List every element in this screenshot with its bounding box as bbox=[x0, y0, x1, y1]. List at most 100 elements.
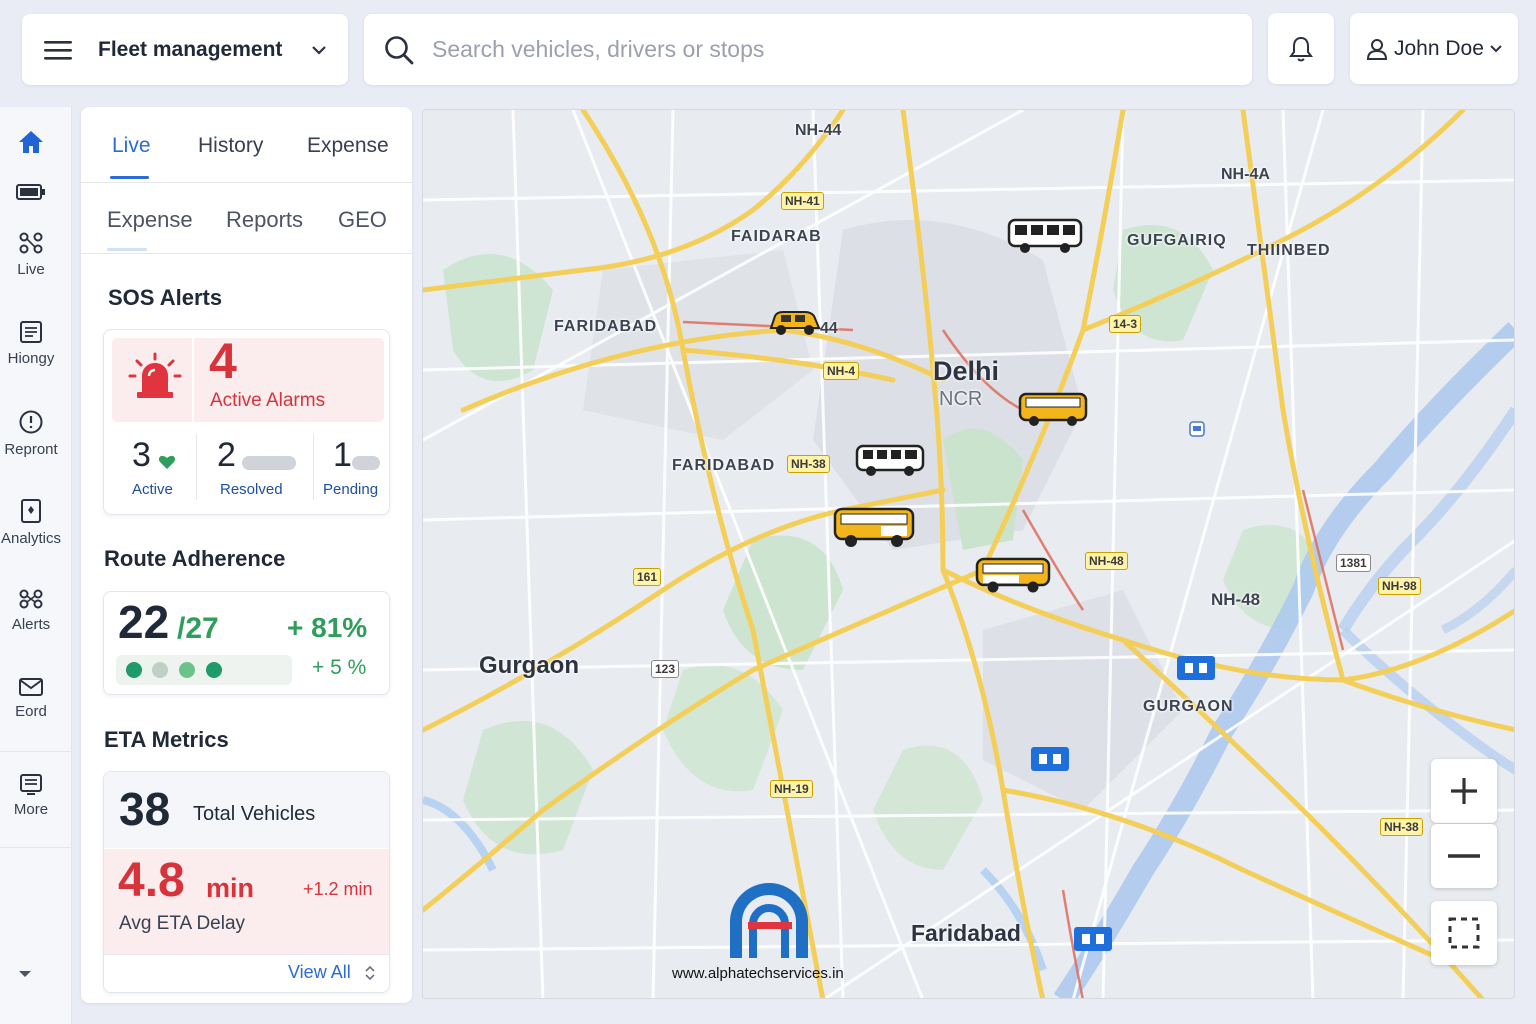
active-alarm-label: Active Alarms bbox=[210, 390, 326, 411]
nav-live[interactable]: Live bbox=[0, 231, 62, 278]
highway-shield: NH-38 bbox=[1380, 818, 1423, 836]
nav-home[interactable] bbox=[0, 129, 62, 155]
watermark-url: www.alphatechservices.in bbox=[672, 965, 844, 982]
highway-shield: NH-41 bbox=[781, 192, 824, 210]
hamburger-menu-icon[interactable] bbox=[44, 39, 72, 61]
route-value: 22 bbox=[118, 596, 170, 648]
subtab-expense[interactable]: Expense bbox=[107, 207, 193, 233]
eta-delay-change: +1.2 min bbox=[303, 879, 373, 899]
dot bbox=[206, 662, 222, 678]
chevron-down-icon[interactable] bbox=[312, 45, 326, 55]
mail-icon bbox=[19, 678, 43, 696]
subtab-geo[interactable]: GEO bbox=[338, 207, 387, 233]
metro-station-icon[interactable] bbox=[1031, 747, 1069, 771]
map-city-label: Delhi bbox=[933, 356, 1000, 386]
notifications-button[interactable] bbox=[1268, 13, 1334, 84]
dot bbox=[126, 662, 142, 678]
user-menu[interactable]: John Doe bbox=[1350, 13, 1518, 84]
app-switcher[interactable]: Fleet management bbox=[22, 14, 348, 85]
eta-delay-unit: min bbox=[206, 873, 255, 903]
live-icon bbox=[19, 232, 43, 254]
collapse-caret-icon[interactable] bbox=[18, 969, 32, 979]
sos-resolved-label: Resolved bbox=[220, 481, 283, 498]
route-total: /27 bbox=[177, 612, 219, 645]
tab-history[interactable]: History bbox=[198, 134, 263, 158]
search-input[interactable] bbox=[432, 36, 1212, 63]
chevron-down-icon bbox=[1490, 44, 1502, 52]
more-icon bbox=[20, 774, 42, 795]
bus-stop-icon[interactable] bbox=[1189, 421, 1205, 437]
bus-icon[interactable] bbox=[833, 507, 917, 549]
sos-title: SOS Alerts bbox=[108, 285, 223, 310]
alarm-banner: 4 Active Alarms bbox=[112, 333, 384, 422]
search-bar[interactable] bbox=[364, 14, 1252, 85]
route-card[interactable]: 22 /27 + 81% + 5 % bbox=[103, 591, 390, 695]
total-vehicles-row: 38 Total Vehicles bbox=[104, 772, 389, 848]
plus-icon bbox=[1451, 778, 1477, 804]
fullscreen-button[interactable] bbox=[1431, 901, 1497, 965]
total-vehicles-value: 38 bbox=[119, 783, 171, 835]
route-title: Route Adherence bbox=[104, 546, 286, 571]
highway-shield: 161 bbox=[633, 568, 662, 586]
active-alarm-count: 4 bbox=[209, 333, 237, 389]
highway-shield: NH-38 bbox=[787, 455, 830, 473]
sos-active-label: Active bbox=[132, 481, 173, 498]
dot bbox=[152, 662, 168, 678]
app-title: Fleet management bbox=[98, 37, 283, 61]
resolved-bar bbox=[242, 456, 296, 470]
tab-live[interactable]: Live bbox=[112, 134, 151, 158]
nav-report[interactable]: Repront bbox=[0, 409, 62, 458]
highway-shield: 14-3 bbox=[1109, 315, 1142, 333]
nav-label: Alerts bbox=[11, 616, 51, 633]
metro-station-icon[interactable] bbox=[1177, 656, 1215, 680]
fleet-map[interactable]: NH-44 NH-4A FAIDARAB GUFGAIRIQ THIINBED … bbox=[422, 109, 1515, 999]
side-navigation: Live Hiongy Repront Analytics Alerts Eor… bbox=[0, 107, 72, 1024]
map-label: FARIDABAD bbox=[672, 457, 776, 474]
bus-icon[interactable] bbox=[855, 444, 927, 478]
nav-label: Eord bbox=[15, 703, 47, 720]
search-icon bbox=[385, 35, 414, 64]
map-city-label: Faridabad bbox=[911, 920, 1021, 946]
user-icon bbox=[1366, 38, 1388, 60]
analytics-icon bbox=[21, 499, 41, 523]
taxi-icon[interactable] bbox=[767, 306, 823, 338]
bell-icon bbox=[1289, 36, 1313, 61]
eta-card[interactable]: 38 Total Vehicles 4.8 min +1.2 min Avg E… bbox=[103, 771, 390, 993]
bus-icon[interactable] bbox=[1007, 218, 1085, 254]
tab-expense[interactable]: Expense bbox=[307, 134, 389, 158]
history-icon bbox=[20, 321, 42, 343]
user-name: John Doe bbox=[1394, 36, 1484, 60]
zoom-in-button[interactable] bbox=[1431, 759, 1497, 823]
bus-icon[interactable] bbox=[975, 557, 1053, 595]
highway-shield: NH-98 bbox=[1378, 577, 1421, 595]
eta-title: ETA Metrics bbox=[104, 727, 229, 752]
nav-history[interactable]: Hiongy bbox=[0, 320, 62, 367]
highway-shield: NH-4 bbox=[823, 362, 860, 380]
map-label: GURGAON bbox=[1143, 698, 1234, 715]
view-all-link[interactable]: View All bbox=[288, 962, 351, 983]
metro-station-icon[interactable] bbox=[1074, 927, 1112, 951]
bus-icon[interactable] bbox=[1018, 392, 1090, 428]
highway-shield: NH-19 bbox=[770, 780, 813, 798]
sos-active-count: 3 bbox=[132, 436, 151, 474]
map-label: FARIDABAD bbox=[554, 318, 658, 335]
sos-card[interactable]: 4 Active Alarms 3 Active 2 Resolved 1 Pe… bbox=[103, 329, 390, 515]
eta-delay-label: Avg ETA Delay bbox=[119, 913, 246, 934]
alphatech-logo bbox=[730, 883, 808, 958]
subtab-reports[interactable]: Reports bbox=[226, 207, 303, 233]
zoom-out-button[interactable] bbox=[1431, 824, 1497, 888]
nav-battery[interactable] bbox=[0, 183, 62, 201]
nav-more[interactable]: More bbox=[0, 773, 62, 818]
map-label: NCR bbox=[939, 388, 983, 410]
map-label: NH-48 bbox=[1211, 590, 1261, 609]
nav-label: Repront bbox=[4, 441, 58, 458]
nav-analytics[interactable]: Analytics bbox=[0, 498, 62, 547]
total-vehicles-label: Total Vehicles bbox=[193, 803, 316, 825]
nav-label: Analytics bbox=[0, 530, 62, 547]
siren-icon bbox=[128, 352, 182, 398]
nav-alerts[interactable]: Alerts bbox=[0, 588, 62, 633]
map-label: NH-4A bbox=[1221, 166, 1270, 183]
map-label: THIINBED bbox=[1247, 242, 1331, 259]
nav-mail[interactable]: Eord bbox=[0, 677, 62, 720]
highway-shield: NH-48 bbox=[1085, 552, 1128, 570]
